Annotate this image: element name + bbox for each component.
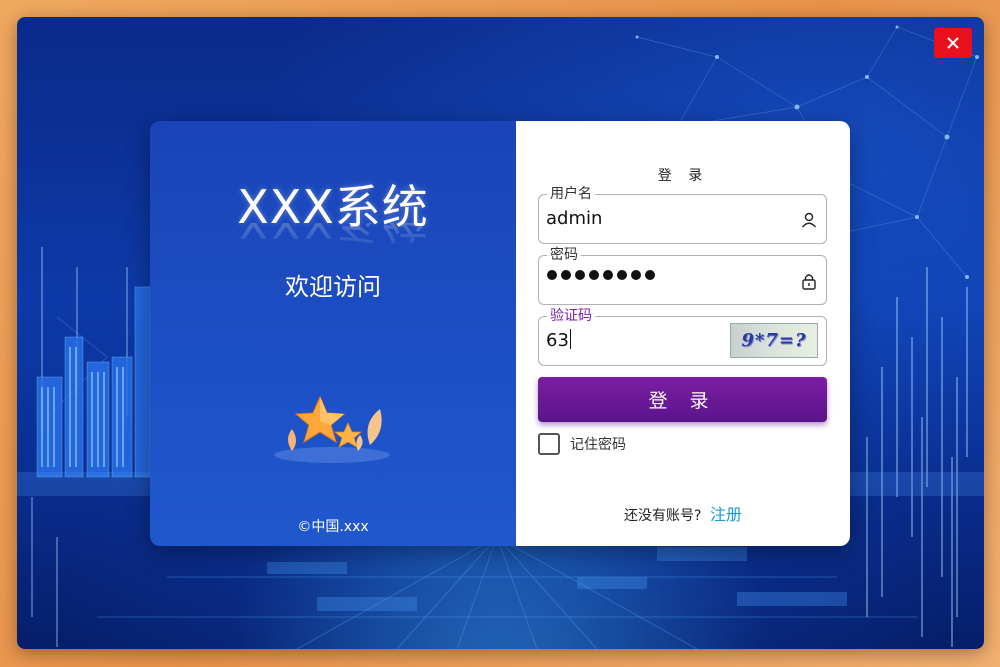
welcome-panel: XXX系统 XXX系统 欢迎访问 ©中国.xxx — [150, 121, 516, 546]
welcome-text: 欢迎访问 — [285, 273, 381, 301]
close-button[interactable] — [934, 28, 972, 58]
login-card: XXX系统 XXX系统 欢迎访问 ©中国.xxx 登 录 用户名 admin — [150, 121, 850, 546]
form-title: 登 录 — [657, 168, 709, 184]
login-form: 登 录 用户名 admin 密码 验证码 63 9*7=? 登 录 记住密码 还… — [516, 121, 850, 546]
password-field[interactable]: 密码 — [538, 247, 827, 305]
system-title-reflection: XXX系统 — [150, 223, 516, 257]
register-link[interactable]: 注册 — [710, 505, 742, 524]
star-mascot-icon — [274, 395, 390, 463]
lock-icon — [802, 274, 816, 290]
username-label: 用户名 — [547, 186, 595, 202]
remember-checkbox[interactable] — [538, 433, 560, 455]
remember-password[interactable]: 记住密码 — [538, 433, 626, 455]
captcha-label: 验证码 — [547, 308, 595, 324]
password-input[interactable] — [547, 270, 655, 280]
login-button[interactable]: 登 录 — [538, 377, 827, 422]
captcha-field[interactable]: 验证码 63 9*7=? — [538, 308, 827, 366]
captcha-input[interactable]: 63 — [546, 329, 571, 353]
register-prompt: 还没有账号? 注册 — [516, 501, 850, 525]
app-window: XXX系统 XXX系统 欢迎访问 ©中国.xxx 登 录 用户名 admin — [17, 17, 984, 649]
remember-label: 记住密码 — [570, 437, 626, 453]
username-input[interactable]: admin — [546, 207, 602, 231]
copyright-text: ©中国.xxx — [297, 519, 369, 535]
username-field[interactable]: 用户名 admin — [538, 186, 827, 244]
close-icon — [947, 37, 959, 49]
password-label: 密码 — [547, 247, 581, 263]
user-icon — [801, 212, 817, 228]
captcha-image[interactable]: 9*7=? — [730, 323, 818, 358]
register-prompt-text: 还没有账号? — [624, 508, 702, 524]
